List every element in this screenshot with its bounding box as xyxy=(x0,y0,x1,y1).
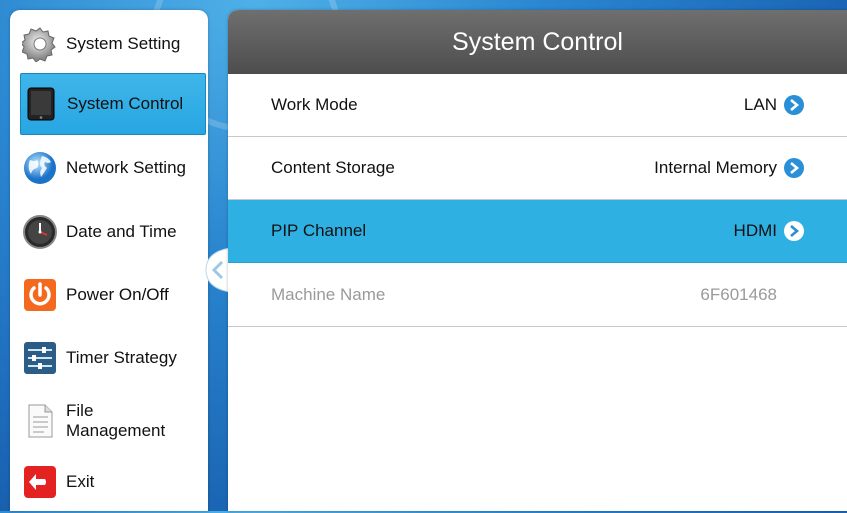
row-machine-name: Machine Name 6F601468 xyxy=(228,264,847,327)
row-label: Content Storage xyxy=(271,158,395,177)
sidebar-item-label: System Control xyxy=(67,94,184,113)
sidebar-item-label: System Setting xyxy=(66,34,181,53)
row-label: PIP Channel xyxy=(271,221,367,240)
row-label: Machine Name xyxy=(271,285,386,304)
sidebar-item-label: File Management xyxy=(66,401,166,440)
main-panel: System Control Work Mode LAN Content Sto… xyxy=(228,10,847,511)
sidebar-item-label: Power On/Off xyxy=(66,285,169,304)
sidebar-item-system-control[interactable]: System Control xyxy=(20,73,206,135)
sidebar-item-power-on-off[interactable]: Power On/Off xyxy=(20,264,206,326)
tablet-icon xyxy=(27,87,55,121)
sidebar-item-exit[interactable]: Exit xyxy=(20,451,206,513)
chevron-right-icon[interactable] xyxy=(783,94,805,116)
chevron-right-icon[interactable] xyxy=(783,157,805,179)
sidebar-item-network-setting[interactable]: Network Setting xyxy=(20,137,206,199)
clock-icon xyxy=(23,215,57,249)
power-icon xyxy=(24,279,56,311)
collapse-sidebar-icon[interactable] xyxy=(196,248,230,292)
sidebar-item-label: Network Setting xyxy=(66,158,186,177)
row-content-storage[interactable]: Content Storage Internal Memory xyxy=(228,137,847,200)
row-work-mode[interactable]: Work Mode LAN xyxy=(228,74,847,137)
sidebar-item-file-management[interactable]: File Management xyxy=(20,390,206,452)
exit-icon xyxy=(24,466,56,498)
sidebar-item-label: Timer Strategy xyxy=(66,348,177,367)
sidebar: System Setting System Control Network Se… xyxy=(10,10,208,511)
sidebar-item-label: Date and Time xyxy=(66,222,177,241)
globe-icon xyxy=(24,152,56,184)
chevron-right-icon[interactable] xyxy=(783,220,805,242)
sidebar-item-date-and-time[interactable]: Date and Time xyxy=(20,201,206,263)
row-label: Work Mode xyxy=(271,95,358,114)
sidebar-item-timer-strategy[interactable]: Timer Strategy xyxy=(20,327,206,389)
sliders-icon xyxy=(24,342,56,374)
document-icon xyxy=(28,404,53,438)
row-value: HDMI xyxy=(733,221,777,240)
sidebar-item-system-setting[interactable]: System Setting xyxy=(20,13,206,75)
row-value: Internal Memory xyxy=(654,158,777,177)
panel-title: System Control xyxy=(228,10,847,74)
row-value: LAN xyxy=(743,95,777,114)
row-value: 6F601468 xyxy=(700,285,777,304)
row-pip-channel[interactable]: PIP Channel HDMI xyxy=(228,200,847,263)
sidebar-item-label: Exit xyxy=(66,472,95,491)
gear-icon xyxy=(22,27,56,62)
